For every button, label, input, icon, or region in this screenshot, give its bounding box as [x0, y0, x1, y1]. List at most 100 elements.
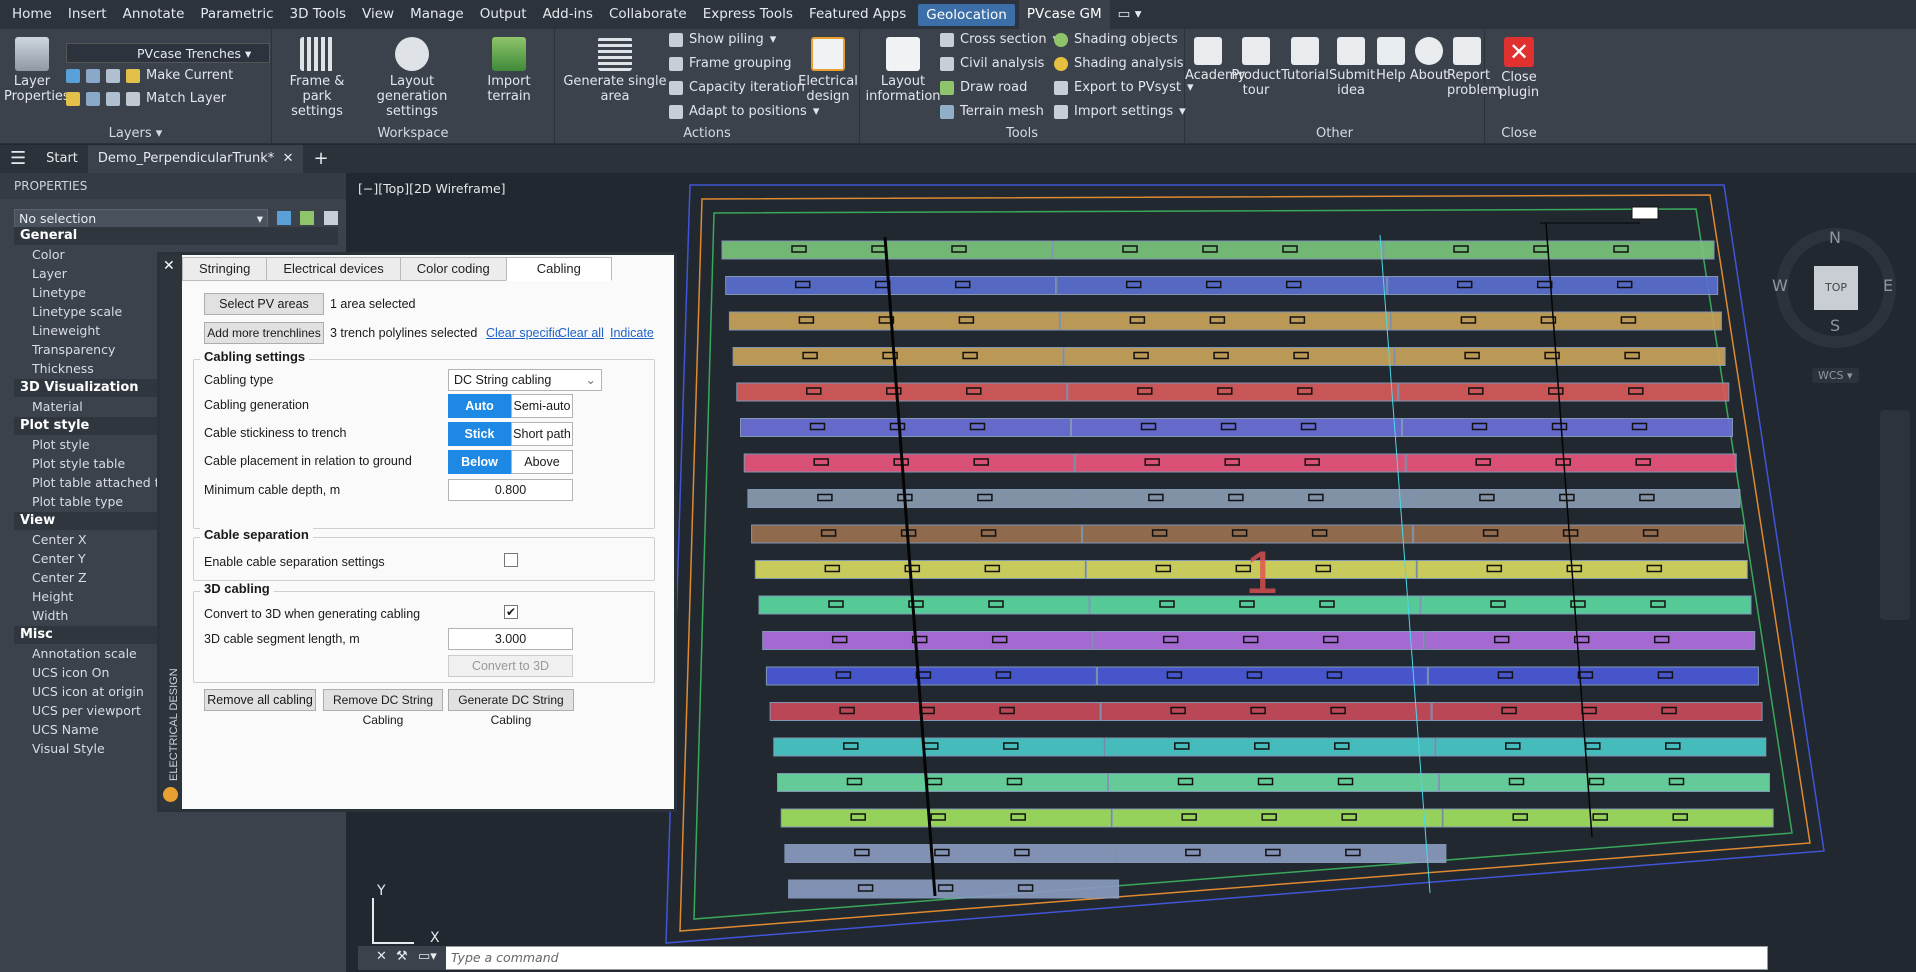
- wcs-menu[interactable]: WCS ▾: [1812, 368, 1859, 383]
- property-row[interactable]: Layer: [32, 265, 67, 282]
- layer-dropdown[interactable]: PVcase Trenches ▾: [66, 43, 270, 63]
- cabling-type-select[interactable]: DC String cabling ⌄: [448, 369, 602, 391]
- report-problem-button[interactable]: Report problem: [1447, 37, 1501, 98]
- electrical-design-button[interactable]: Electrical design: [798, 37, 858, 104]
- layer-merge-icon[interactable]: [106, 91, 120, 106]
- segment-length-input[interactable]: 3.000: [448, 628, 573, 650]
- property-row[interactable]: Transparency: [32, 341, 115, 358]
- property-row[interactable]: Center X: [32, 531, 87, 548]
- quick-select-icon[interactable]: [324, 211, 338, 225]
- tab-active-drawing[interactable]: Demo_PerpendicularTrunk* ✕: [87, 145, 304, 173]
- layout-information-button[interactable]: Layout information: [864, 37, 942, 104]
- import-terrain-button[interactable]: Import terrain: [466, 37, 552, 104]
- menu-geolocation[interactable]: Geolocation: [918, 3, 1015, 26]
- command-history-icon[interactable]: ▭▾: [418, 949, 437, 964]
- shading-analysis-button[interactable]: Shading analysis: [1054, 56, 1184, 71]
- match-layer-button[interactable]: Match Layer: [146, 91, 226, 106]
- property-row[interactable]: Linetype: [32, 284, 86, 301]
- tutorial-button[interactable]: Tutorial: [1281, 37, 1329, 83]
- compass-west[interactable]: W: [1772, 276, 1788, 295]
- menu-insert[interactable]: Insert: [60, 0, 115, 29]
- add-more-trenchlines-button[interactable]: Add more trenchlines: [204, 322, 324, 344]
- export-pvsyst-button[interactable]: Export to PVsyst ▾: [1054, 80, 1193, 95]
- property-row[interactable]: Thickness: [32, 360, 94, 377]
- compass-north[interactable]: N: [1829, 228, 1841, 247]
- property-section-0[interactable]: General: [14, 227, 338, 245]
- property-row[interactable]: Width: [32, 607, 68, 624]
- select-pv-areas-button[interactable]: Select PV areas: [204, 293, 324, 315]
- property-row[interactable]: UCS Name: [32, 721, 99, 738]
- property-row[interactable]: Color: [32, 246, 65, 263]
- layer-properties-button[interactable]: Layer Properties: [4, 37, 70, 104]
- property-row[interactable]: Plot table type: [32, 493, 123, 510]
- layer-walk-icon[interactable]: [86, 91, 100, 106]
- property-row[interactable]: Height: [32, 588, 73, 605]
- toggle-pickadd-icon[interactable]: [277, 211, 291, 225]
- civil-analysis-button[interactable]: Civil analysis: [940, 56, 1044, 71]
- about-button[interactable]: About: [1409, 37, 1449, 83]
- layout-generation-settings-button[interactable]: Layout generation settings: [360, 37, 464, 119]
- shading-objects-button[interactable]: Shading objects: [1054, 32, 1178, 47]
- menu-collaborate[interactable]: Collaborate: [601, 0, 695, 29]
- clear-specific-link[interactable]: Clear specific: [486, 326, 561, 340]
- property-row[interactable]: Plot style: [32, 436, 90, 453]
- layer-lock-icon[interactable]: [106, 68, 120, 83]
- help-button[interactable]: Help: [1373, 37, 1409, 83]
- menu-view[interactable]: View: [354, 0, 402, 29]
- compass-east[interactable]: E: [1883, 276, 1893, 295]
- close-tab-icon[interactable]: ✕: [283, 151, 294, 166]
- submit-idea-button[interactable]: Submit idea: [1329, 37, 1375, 98]
- view-cube-top[interactable]: TOP: [1814, 266, 1858, 310]
- placement-below-option[interactable]: Below: [448, 450, 511, 474]
- enable-separation-checkbox[interactable]: [504, 553, 518, 567]
- navigation-bar[interactable]: [1880, 410, 1910, 620]
- indicate-link[interactable]: Indicate: [610, 326, 654, 340]
- new-tab-button[interactable]: +: [303, 145, 338, 173]
- remove-all-cabling-button[interactable]: Remove all cabling: [204, 689, 316, 711]
- compass-south[interactable]: S: [1830, 316, 1840, 335]
- property-row[interactable]: UCS icon On: [32, 664, 109, 681]
- academy-button[interactable]: Academy: [1185, 37, 1245, 83]
- menu-pvcase-gm[interactable]: PVcase GM: [1018, 0, 1110, 29]
- property-row[interactable]: Center Z: [32, 569, 87, 586]
- adapt-to-positions-button[interactable]: Adapt to positions ▾: [669, 104, 819, 119]
- match-layer-icon[interactable]: [126, 91, 140, 106]
- frame-grouping-button[interactable]: Frame grouping: [669, 56, 792, 71]
- menu-manage[interactable]: Manage: [402, 0, 472, 29]
- tab-cabling[interactable]: Cabling: [505, 257, 612, 281]
- terrain-mesh-button[interactable]: Terrain mesh: [940, 104, 1044, 119]
- ribbon-group-label-layers[interactable]: Layers ▾: [0, 126, 271, 141]
- menu-add-ins[interactable]: Add-ins: [535, 0, 601, 29]
- wrench-icon[interactable]: ⚒: [396, 949, 408, 964]
- menu-3d-tools[interactable]: 3D Tools: [282, 0, 355, 29]
- hamburger-menu-icon[interactable]: ☰: [0, 145, 36, 173]
- generation-semi-auto-option[interactable]: Semi-auto: [511, 394, 573, 418]
- tab-electrical-devices[interactable]: Electrical devices: [266, 257, 401, 281]
- workspace-switch-icon[interactable]: ▭ ▾: [1110, 0, 1150, 29]
- remove-dc-string-cabling-button[interactable]: Remove DC String Cabling: [323, 689, 443, 727]
- convert-3d-checkbox[interactable]: ✔: [504, 605, 518, 619]
- menu-home[interactable]: Home: [4, 0, 60, 29]
- property-row[interactable]: UCS icon at origin: [32, 683, 144, 700]
- layer-off-icon[interactable]: [86, 68, 100, 83]
- frame-park-settings-button[interactable]: Frame & park settings: [276, 37, 358, 119]
- view-cube[interactable]: TOP N S E W: [1772, 228, 1896, 348]
- layer-isolate-icon[interactable]: [66, 91, 80, 106]
- generate-dc-string-cabling-button[interactable]: Generate DC String Cabling: [448, 689, 574, 727]
- make-current-button[interactable]: Make Current: [146, 68, 233, 83]
- import-settings-button[interactable]: Import settings ▾: [1054, 104, 1186, 119]
- generate-single-area-button[interactable]: Generate single area: [559, 37, 671, 104]
- command-input[interactable]: Type a command: [358, 946, 1768, 970]
- draw-road-button[interactable]: Draw road: [940, 80, 1027, 95]
- property-row[interactable]: UCS per viewport: [32, 702, 141, 719]
- close-command-icon[interactable]: ✕: [376, 949, 387, 964]
- product-tour-button[interactable]: Product tour: [1231, 37, 1281, 98]
- tab-stringing[interactable]: Stringing: [182, 257, 268, 281]
- close-plugin-button[interactable]: ✕ Close plugin: [1493, 37, 1545, 100]
- placement-above-option[interactable]: Above: [511, 450, 573, 474]
- stickiness-short-path-option[interactable]: Short path: [511, 422, 573, 446]
- property-row[interactable]: Linetype scale: [32, 303, 122, 320]
- convert-to-3d-button[interactable]: Convert to 3D: [448, 655, 573, 677]
- selection-dropdown[interactable]: No selection ▾: [14, 209, 268, 229]
- cable-depth-input[interactable]: 0.800: [448, 479, 573, 501]
